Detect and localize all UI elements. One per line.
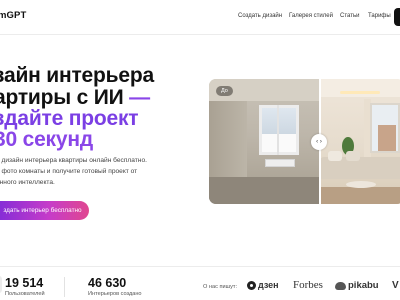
before-badge: До bbox=[216, 86, 233, 96]
pikabu-icon bbox=[335, 281, 346, 290]
stats-separator bbox=[64, 277, 65, 297]
press-vc-logo[interactable]: V bbox=[392, 280, 399, 291]
hero-title-line-4: 30 секунд bbox=[0, 128, 93, 151]
nav-style-gallery[interactable]: Галерея стилей bbox=[289, 13, 333, 19]
press-pikabu-logo[interactable]: pikabu bbox=[335, 280, 379, 291]
after-pillow bbox=[346, 151, 360, 161]
after-image bbox=[320, 79, 400, 204]
hero-title-line-2-text: артиры с ИИ bbox=[0, 86, 124, 109]
hero-description-line-3: енного интеллекта. bbox=[0, 179, 55, 186]
header-divider bbox=[0, 34, 400, 35]
press-pikabu-text: pikabu bbox=[348, 280, 379, 291]
interiors-label: Интерьеров создано bbox=[88, 291, 142, 297]
header: mGPT Создать дизайн Галерея стилей Стать… bbox=[0, 0, 400, 34]
compare-slider-handle[interactable]: ‹ › bbox=[311, 134, 327, 150]
press-label: О нас пишут: bbox=[203, 284, 238, 290]
interiors-count: 46 630 bbox=[88, 276, 127, 290]
before-after-preview: До ‹ › bbox=[209, 79, 400, 204]
stats-icon bbox=[0, 276, 2, 293]
after-coffee-table bbox=[346, 181, 376, 188]
logo[interactable]: mGPT bbox=[0, 10, 26, 21]
before-wall bbox=[209, 101, 247, 177]
nav-pricing[interactable]: Тарифы bbox=[368, 13, 391, 19]
after-pillow bbox=[328, 151, 342, 161]
after-floor bbox=[320, 187, 400, 204]
before-window-sky bbox=[262, 108, 296, 134]
after-window-city bbox=[378, 125, 396, 151]
before-window-frame bbox=[277, 105, 279, 155]
hero-description-line-1: е дизайн интерьера квартиры онлайн беспл… bbox=[0, 157, 147, 164]
after-ceiling-light bbox=[340, 91, 380, 94]
before-image bbox=[209, 79, 320, 204]
before-radiator bbox=[265, 159, 295, 167]
hero-title-line-1: зайн интерьера bbox=[0, 64, 154, 87]
nav-create-design[interactable]: Создать дизайн bbox=[238, 13, 282, 19]
press-dzen-text: дзен bbox=[258, 280, 279, 290]
create-interior-button[interactable]: здать интерьер бесплатно bbox=[0, 201, 89, 220]
stats-divider bbox=[0, 266, 400, 267]
press-forbes-logo[interactable]: Forbes bbox=[293, 279, 323, 291]
users-count: 19 514 bbox=[5, 276, 44, 290]
nav-articles[interactable]: Статьи bbox=[340, 13, 359, 19]
users-label: Пользователей bbox=[5, 291, 45, 297]
before-floor bbox=[209, 177, 320, 204]
hero-title-dash: — bbox=[129, 86, 150, 109]
dzen-icon bbox=[247, 280, 256, 290]
press-dzen-logo[interactable]: дзен bbox=[247, 280, 279, 290]
header-account-button[interactable] bbox=[394, 8, 400, 26]
hero-description-line-2: е фото комнаты и получите готовый проект… bbox=[0, 168, 138, 175]
after-ceiling bbox=[320, 79, 400, 97]
